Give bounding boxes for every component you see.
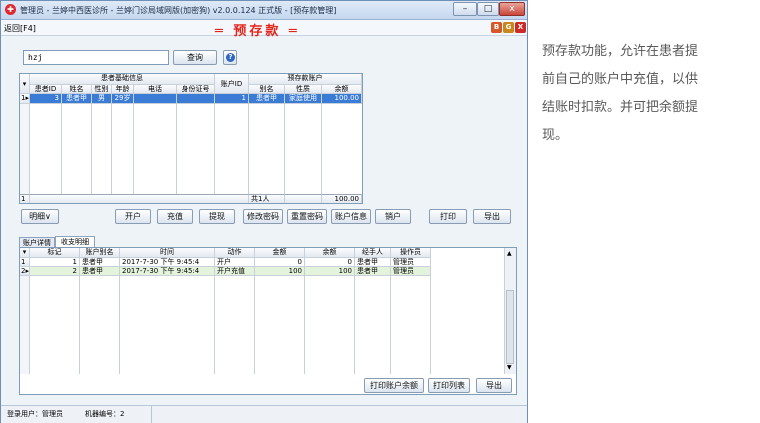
cell-time[interactable]: 2017-7-30 下午 9:45:4 [120,258,215,267]
footer-count: 共1人 [249,194,285,203]
window-title: 管理员 - 兰婷中西医诊所 - 兰婷门诊局域网版(加密狗) v2.0.0.124… [20,6,337,15]
cell-tx-balance[interactable]: 100 [305,267,355,276]
cell-account-alias[interactable]: 患者甲 [80,258,120,267]
header-operator[interactable]: 操作员 [391,248,431,258]
caption-line: 预存款功能，允许在患者提 [542,44,699,59]
header-tx-balance[interactable]: 余额 [305,248,355,258]
export-button[interactable]: 导出 [473,209,511,224]
cell-time[interactable]: 2017-7-30 下午 9:45:4 [120,267,215,276]
back-link[interactable]: 返回[F4] [4,23,36,34]
scroll-down-icon[interactable]: ▼ [507,364,512,371]
vertical-scrollbar[interactable]: ▲ ▼ [504,248,516,374]
mini-b-button[interactable]: B [491,22,502,33]
grid-corner: ▾ [20,74,30,94]
header-mark[interactable]: 标记 [30,248,80,258]
header-id-card[interactable]: 身份证号 [177,85,215,94]
change-password-button[interactable]: 修改密码 [243,209,283,224]
group-header-prepaid-account: 预存款账户 [249,74,362,85]
caption-text: 预存款功能，允许在患者提 前自己的账户中充值，以供 结账时扣款。并可把余额提 现… [542,38,758,150]
header-amount[interactable]: 金额 [255,248,305,258]
header-phone[interactable]: 电话 [134,85,177,94]
cell-balance[interactable]: 100.00 [322,94,362,104]
mini-close-button[interactable]: X [515,22,526,33]
page-banner: ═ 预存款 ═ [215,24,300,39]
cell-amount[interactable]: 100 [255,267,305,276]
minimize-button[interactable]: – [453,2,477,16]
cell-phone[interactable] [134,94,177,104]
scroll-thumb[interactable] [506,290,514,364]
patients-grid[interactable]: ▾ 患者基础信息 账户ID 预存款账户 患者ID 姓名 性别 年龄 电话 身份证… [19,73,363,204]
header-nature[interactable]: 性质 [285,85,322,94]
maximize-button[interactable]: □ [477,2,499,16]
scroll-up-icon[interactable]: ▲ [507,250,512,257]
cell-account-alias[interactable]: 患者甲 [80,267,120,276]
cell-mark[interactable]: 1 [30,258,80,267]
account-info-button[interactable]: 账户信息 [331,209,371,224]
cell-mark[interactable]: 2 [30,267,80,276]
search-input[interactable] [23,50,169,65]
header-patient-id[interactable]: 患者ID [30,85,62,94]
cell-patient-id[interactable]: 3 [30,94,62,104]
title-bar[interactable]: ✚ 管理员 - 兰婷中西医诊所 - 兰婷门诊局域网版(加密狗) v2.0.0.1… [1,1,527,20]
detail-dropdown-button[interactable]: 明细∨ [21,209,59,224]
transactions-export-button[interactable]: 导出 [476,378,512,393]
header-age[interactable]: 年龄 [112,85,134,94]
cell-action[interactable]: 开户充值 [215,267,255,276]
header-alias[interactable]: 别名 [249,85,285,94]
status-divider [151,406,152,423]
header-time[interactable]: 时间 [120,248,215,258]
withdraw-button[interactable]: 提现 [199,209,235,224]
prepaid-management-window: ✚ 管理员 - 兰婷中西医诊所 - 兰婷门诊局域网版(加密狗) v2.0.0.1… [0,0,528,423]
row-number: 1 [20,258,30,267]
header-action[interactable]: 动作 [215,248,255,258]
grid-corner: ▾ [20,248,30,258]
status-machine: 机器编号：2 [85,410,125,418]
caption-line: 前自己的账户中充值，以供 [542,72,699,87]
status-bar: 登录用户：管理员 机器编号：2 [1,405,527,423]
cell-action[interactable]: 开户 [215,258,255,267]
cell-operator[interactable]: 管理员 [391,267,431,276]
header-account-id: 账户ID [215,74,249,94]
header-gender[interactable]: 性别 [92,85,112,94]
menu-bar: 返回[F4] ═ 预存款 ═ B G X [1,20,527,39]
header-handler[interactable]: 经手人 [355,248,391,258]
cell-handler[interactable]: 患者甲 [355,258,391,267]
print-button[interactable]: 打印 [429,209,467,224]
caption-line: 现。 [542,128,569,143]
cell-account-id[interactable]: 1 [215,94,249,104]
cell-gender[interactable]: 男 [92,94,112,104]
cell-tx-balance[interactable]: 0 [305,258,355,267]
status-user: 登录用户：管理员 [7,410,63,418]
recharge-button[interactable]: 充值 [157,209,193,224]
group-header-patient-info: 患者基础信息 [30,74,215,85]
close-account-button[interactable]: 销户 [375,209,411,224]
mini-g-button[interactable]: G [503,22,514,33]
footer-balance-total: 100.00 [322,194,362,203]
cell-amount[interactable]: 0 [255,258,305,267]
query-button[interactable]: 查询 [173,50,217,65]
help-button[interactable]: ? [223,50,237,65]
print-account-balance-button[interactable]: 打印账户余额 [364,378,424,393]
row-number: 2▸ [20,267,30,276]
app-cross-icon: ✚ [5,4,16,15]
close-window-button[interactable]: x [499,2,525,16]
cell-age[interactable]: 29岁 [112,94,134,104]
transactions-panel: ▾ 标记 账户别名 时间 动作 金额 余额 经手人 操作员 1 1 患者甲 20… [19,247,517,395]
footer-row-number: 1 [20,194,30,203]
header-balance[interactable]: 余额 [322,85,362,94]
header-account-alias[interactable]: 账户别名 [80,248,120,258]
cell-alias[interactable]: 患者甲 [249,94,285,104]
help-icon: ? [226,53,235,62]
cell-id-card[interactable] [177,94,215,104]
reset-password-button[interactable]: 重置密码 [287,209,327,224]
caption-line: 结账时扣款。并可把余额提 [542,100,699,115]
cell-operator[interactable]: 管理员 [391,258,431,267]
cell-name[interactable]: 患者甲 [62,94,92,104]
print-list-button[interactable]: 打印列表 [428,378,470,393]
open-account-button[interactable]: 开户 [115,209,151,224]
cell-handler[interactable]: 患者甲 [355,267,391,276]
row-number: 1▸ [20,94,30,104]
header-name[interactable]: 姓名 [62,85,92,94]
cell-nature[interactable]: 家庭使用 [285,94,322,104]
